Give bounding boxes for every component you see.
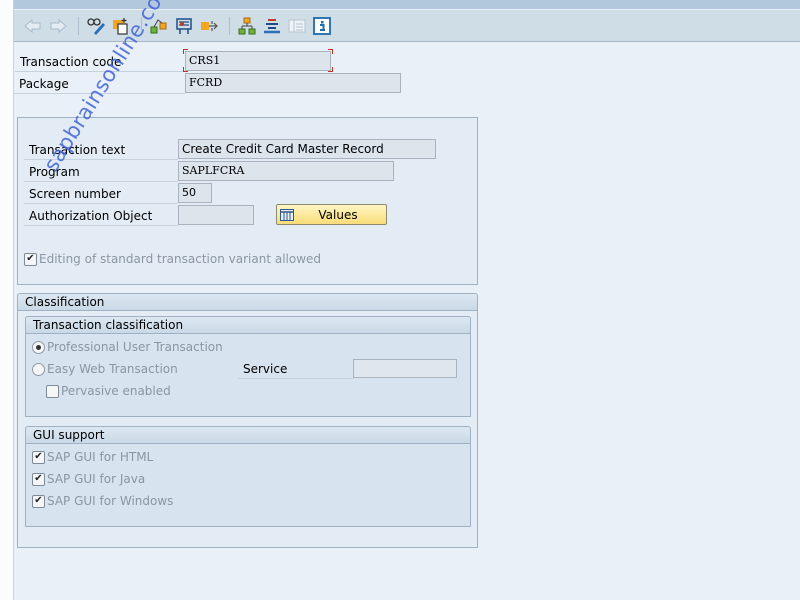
checkbox-checked-icon: ✔	[32, 472, 45, 486]
program-label: Program	[24, 162, 178, 182]
pervasive-enabled-checkbox[interactable]: Pervasive enabled	[46, 383, 171, 399]
transaction-code-label: Transaction code	[15, 52, 185, 72]
back-arrow-icon[interactable]	[22, 15, 44, 37]
gui-windows-checkbox[interactable]: ✔ SAP GUI for Windows	[32, 493, 173, 509]
toolbar-separator	[78, 16, 79, 35]
application-toolbar	[14, 9, 800, 42]
values-button-label: Values	[318, 207, 358, 222]
transaction-code-field[interactable]: CRS1	[185, 51, 331, 71]
radio-selected-icon	[32, 340, 45, 354]
gui-support-title: GUI support	[26, 427, 470, 444]
display-change-icon[interactable]	[85, 15, 107, 37]
required-marker	[328, 67, 333, 72]
classification-group: Classification Transaction classificatio…	[17, 293, 478, 548]
required-marker	[328, 49, 333, 54]
transaction-classification-title: Transaction classification	[26, 317, 470, 334]
professional-user-radio[interactable]: Professional User Transaction	[32, 339, 223, 355]
screen-number-label: Screen number	[24, 184, 178, 204]
authorization-object-field[interactable]	[178, 205, 254, 225]
easy-web-label: Easy Web Transaction	[47, 362, 178, 376]
gui-html-checkbox[interactable]: ✔ SAP GUI for HTML	[32, 449, 153, 465]
display-window-icon[interactable]	[286, 15, 308, 37]
package-field[interactable]: FCRD	[185, 73, 401, 93]
other-object-icon[interactable]	[110, 15, 132, 37]
pervasive-enabled-label: Pervasive enabled	[61, 384, 171, 398]
transaction-text-label: Transaction text	[24, 140, 178, 160]
gui-java-label: SAP GUI for Java	[47, 472, 146, 486]
toolbar-separator	[141, 16, 142, 35]
classification-title: Classification	[18, 294, 477, 311]
required-marker	[183, 67, 188, 72]
authorization-object-label: Authorization Object	[24, 206, 178, 226]
service-label: Service	[238, 359, 354, 379]
checkbox-checked-icon: ✔	[32, 450, 45, 464]
main-content: Transaction code CRS1 Package FCRD Trans…	[14, 0, 800, 600]
easy-web-radio[interactable]: Easy Web Transaction	[32, 361, 178, 377]
program-field[interactable]: SAPLFCRA	[178, 161, 394, 181]
package-label: Package	[14, 74, 185, 94]
left-window-border	[0, 0, 14, 600]
forward-arrow-icon[interactable]	[47, 15, 69, 37]
title-bar	[14, 0, 800, 9]
transaction-text-field[interactable]: Create Credit Card Master Record	[178, 139, 436, 159]
required-marker	[183, 49, 188, 54]
navigation-stack-icon[interactable]	[261, 15, 283, 37]
gui-windows-label: SAP GUI for Windows	[47, 494, 174, 508]
information-icon[interactable]	[311, 15, 333, 37]
gui-java-checkbox[interactable]: ✔ SAP GUI for Java	[32, 471, 145, 487]
radio-unselected-icon	[32, 362, 45, 376]
gui-html-label: SAP GUI for HTML	[47, 450, 154, 464]
check-icon[interactable]	[148, 15, 170, 37]
toolbar-separator	[229, 16, 230, 35]
screen-number-field[interactable]: 50	[178, 183, 212, 203]
editing-variant-checkbox[interactable]: ✔ Editing of standard transaction varian…	[24, 251, 321, 267]
checkbox-unchecked-icon	[46, 384, 59, 398]
checkbox-checked-icon: ✔	[32, 494, 45, 508]
professional-user-label: Professional User Transaction	[47, 340, 223, 354]
object-list-icon[interactable]	[236, 15, 258, 37]
checkbox-checked-icon: ✔	[24, 252, 37, 266]
where-used-icon[interactable]	[198, 15, 220, 37]
editing-variant-label: Editing of standard transaction variant …	[39, 252, 322, 266]
values-button[interactable]: Values	[276, 204, 387, 225]
service-field[interactable]	[353, 359, 457, 378]
activate-icon[interactable]	[173, 15, 195, 37]
table-icon	[280, 208, 294, 221]
